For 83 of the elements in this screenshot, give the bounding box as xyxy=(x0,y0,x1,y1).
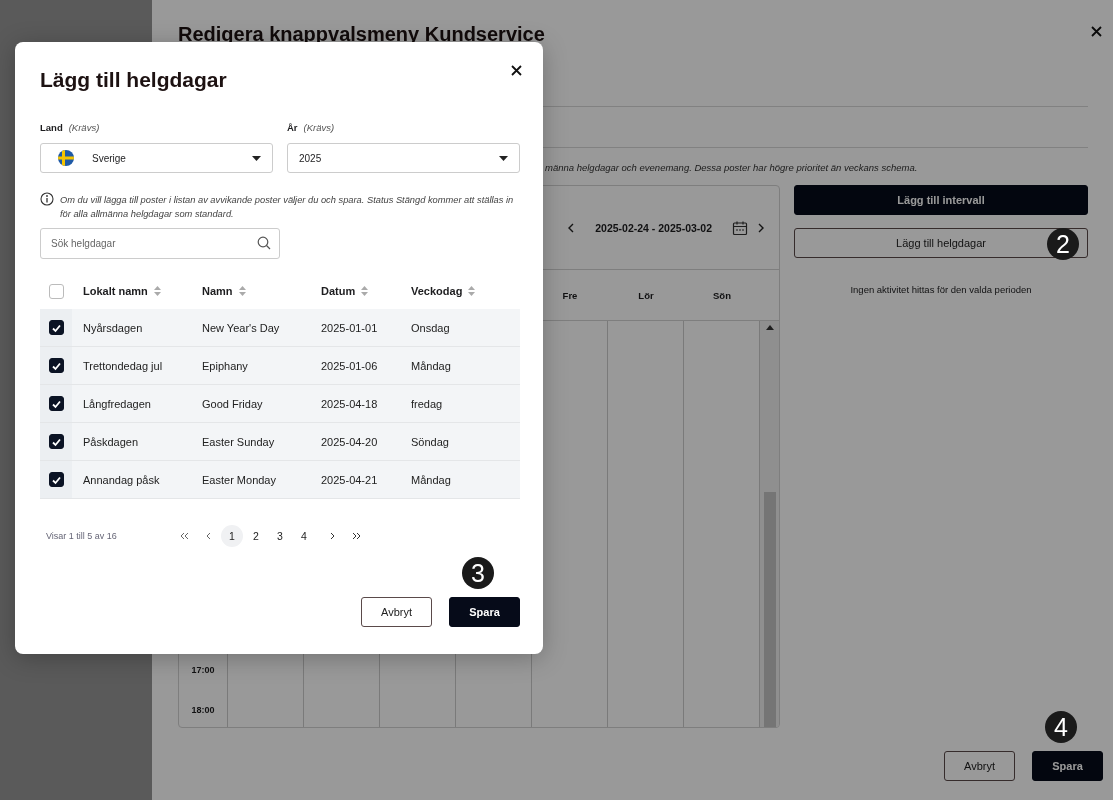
table-cell: 2025-01-06 xyxy=(321,359,378,372)
required-hint: (Krävs) xyxy=(68,122,100,133)
check-icon xyxy=(51,436,62,447)
table-cell: Epiphany xyxy=(202,359,248,372)
close-icon[interactable] xyxy=(511,64,522,76)
table-cell: Onsdag xyxy=(411,321,450,334)
table-cell: fredag xyxy=(411,397,443,410)
checkbox[interactable] xyxy=(49,320,64,335)
info-icon xyxy=(40,192,54,206)
table-cell: Nyårsdagen xyxy=(83,321,143,334)
caret-down-icon xyxy=(252,155,261,161)
search-field[interactable]: Sök helgdagar xyxy=(40,228,280,259)
table-cell: Måndag xyxy=(411,473,451,486)
scrollbar[interactable] xyxy=(760,321,779,727)
field-label: År xyxy=(287,122,298,133)
table-cell: 2025-04-21 xyxy=(321,473,378,486)
range-text: Visar 1 till 5 av 16 xyxy=(45,531,118,541)
sort-icon xyxy=(238,286,246,296)
column-header[interactable]: Veckodag xyxy=(411,285,463,297)
table-cell: Påskdagen xyxy=(83,435,139,448)
double-chevron-right-icon[interactable] xyxy=(351,532,361,540)
table-cell: Söndag xyxy=(411,435,449,448)
arrow-up-icon xyxy=(765,325,774,330)
column-header[interactable]: Namn xyxy=(202,285,233,297)
table-cell: 2025-04-18 xyxy=(321,397,378,410)
double-chevron-left-icon[interactable] xyxy=(179,532,189,540)
chevron-left-icon[interactable] xyxy=(568,222,576,233)
table-cell: Easter Sunday xyxy=(202,435,275,448)
secondary-button[interactable]: Avbryt xyxy=(361,597,432,627)
table-cell: 2025-01-01 xyxy=(321,321,378,334)
notice-text: männa helgdagar och evenemang. Dessa poster har högre prioritet än veckans schema. xyxy=(545,161,919,175)
column-header[interactable]: Lokalt namn xyxy=(83,285,148,297)
step-marker: 2 xyxy=(1047,228,1079,260)
time-label: 18:00 xyxy=(190,704,216,717)
day-header: Fre xyxy=(561,289,579,301)
table-cell: Måndag xyxy=(411,359,451,372)
day-header: Lör xyxy=(637,289,655,301)
page-number[interactable]: 4 xyxy=(293,525,315,547)
required-hint: (Krävs) xyxy=(303,122,335,133)
check-icon xyxy=(51,360,62,371)
caret-down-icon xyxy=(499,155,508,161)
field-label: Land xyxy=(40,122,63,133)
select-field[interactable]: Sverige xyxy=(40,143,273,173)
date-range: 2025-02-24 - 2025-03-02 xyxy=(595,221,712,234)
table-cell: Långfredagen xyxy=(83,397,151,410)
sort-icon xyxy=(468,286,476,296)
scrollbar-thumb[interactable] xyxy=(763,492,776,727)
dialog-title: Lägg till helgdagar xyxy=(40,68,227,92)
checkbox[interactable] xyxy=(49,472,64,487)
empty-message: Ingen aktivitet hittas för den valda perioden xyxy=(849,284,1033,295)
page-number[interactable]: 2 xyxy=(245,525,267,547)
checkbox[interactable] xyxy=(49,434,64,449)
table-cell: Easter Monday xyxy=(202,473,276,486)
drawer-title: Redigera knappvalsmeny Kundservice xyxy=(178,22,545,46)
flag-icon xyxy=(58,150,74,166)
check-icon xyxy=(51,398,62,409)
check-icon xyxy=(51,322,62,333)
calendar-icon[interactable] xyxy=(732,219,748,236)
table-cell: New Year's Day xyxy=(202,321,280,334)
search-icon xyxy=(257,236,271,250)
step-marker: 4 xyxy=(1045,711,1077,743)
info-text: Om du vill lägga till poster i listan av avvikande poster väljer du och spara. Status Stängd kommer att ställas in för alla allmänna helgdagar som standard. xyxy=(60,194,515,221)
chevron-right-icon[interactable] xyxy=(758,222,765,233)
check-icon xyxy=(51,474,62,485)
page-number[interactable]: 1 xyxy=(221,525,243,547)
table-cell: Good Friday xyxy=(202,397,263,410)
table-cell: 2025-04-20 xyxy=(321,435,378,448)
column-header[interactable]: Datum xyxy=(321,285,356,297)
secondary-button[interactable]: Avbryt xyxy=(944,751,1015,781)
page-number[interactable]: 3 xyxy=(269,525,291,547)
checkbox[interactable] xyxy=(49,396,64,411)
checkbox[interactable] xyxy=(49,283,64,299)
step-marker: 3 xyxy=(462,557,494,589)
table-cell: Annandag påsk xyxy=(83,473,160,486)
select-field[interactable]: 2025 xyxy=(287,143,520,173)
secondary-button[interactable]: Lägg till helgdagar 2 xyxy=(794,228,1088,258)
checkbox[interactable] xyxy=(49,358,64,373)
time-label: 17:00 xyxy=(190,664,216,677)
close-icon[interactable] xyxy=(1090,25,1103,38)
day-header: Sön xyxy=(712,289,732,301)
table-cell: Trettondedag jul xyxy=(83,359,163,372)
sort-icon xyxy=(361,286,369,296)
primary-button[interactable]: Lägg till intervall xyxy=(794,185,1088,215)
